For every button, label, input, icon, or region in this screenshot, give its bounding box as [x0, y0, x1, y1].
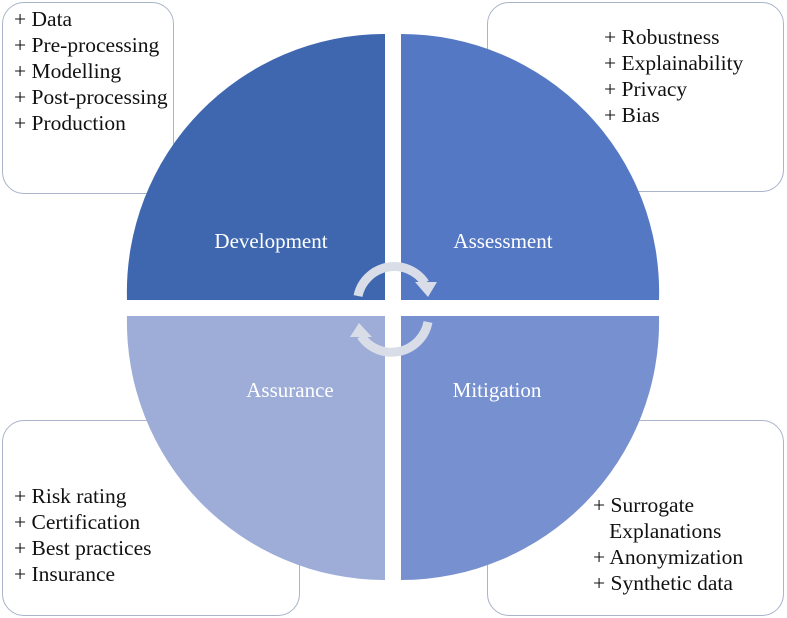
list-item: + Pre-processing — [14, 33, 160, 57]
list-item: + Modelling — [14, 59, 122, 83]
assessment-items-list: + Robustness + Explainability + Privacy … — [604, 24, 743, 128]
assurance-label: Assurance — [246, 378, 334, 402]
development-items-list: + Data + Pre-processing + Modelling + Po… — [14, 6, 168, 136]
assurance-items-list: + Risk rating + Certification + Best pra… — [14, 483, 152, 587]
list-item: + Anonymization — [593, 545, 744, 569]
list-item: + Production — [14, 111, 126, 135]
list-item: + Risk rating — [14, 484, 127, 508]
list-item: + Data — [14, 7, 73, 31]
list-item: + Privacy — [604, 77, 688, 101]
list-item: + Post-processing — [14, 85, 168, 109]
list-item: + Insurance — [14, 562, 116, 586]
list-item: + Certification — [14, 510, 141, 534]
assurance-quadrant — [126, 316, 385, 581]
mitigation-label: Mitigation — [452, 378, 542, 402]
mitigation-items-list: + Surrogate Explanations + Anonymization… — [593, 492, 743, 596]
list-item: + Best practices — [14, 536, 152, 560]
list-item: + Robustness — [604, 25, 720, 49]
assessment-label: Assessment — [453, 229, 553, 253]
list-item: Explanations — [593, 519, 722, 543]
list-item: + Surrogate — [593, 493, 695, 517]
list-item: + Synthetic data — [593, 571, 733, 595]
list-item: + Explainability — [604, 51, 744, 75]
development-label: Development — [214, 229, 328, 253]
list-item: + Bias — [604, 103, 660, 127]
